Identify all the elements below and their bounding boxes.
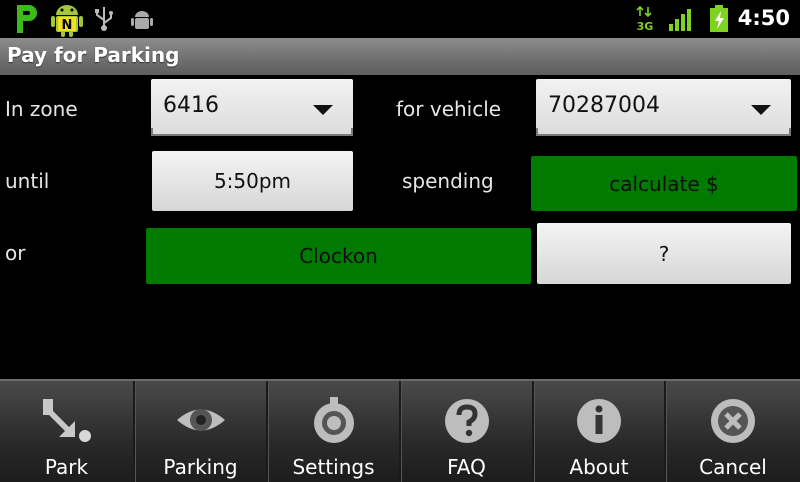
menu-item-faq[interactable]: FAQ — [401, 381, 532, 482]
menu-item-parking[interactable]: Parking — [135, 381, 266, 482]
svg-text:3G: 3G — [637, 20, 654, 32]
menu-label: Park — [44, 455, 89, 479]
zone-value: 6416 — [163, 93, 219, 118]
cancel-icon — [705, 395, 761, 449]
help-button[interactable]: ? — [537, 223, 791, 284]
status-bar: N 3G 4:50 — [0, 0, 800, 38]
vehicle-value: 70287004 — [548, 93, 660, 118]
options-menu: Park Parking Settings FAQ About Cancel — [0, 379, 800, 482]
info-icon — [571, 395, 627, 449]
until-label: until — [5, 169, 50, 193]
title-bar: Pay for Parking — [0, 38, 800, 75]
menu-label: Settings — [292, 455, 375, 479]
signal-icon — [668, 6, 696, 36]
vehicle-spinner[interactable]: 70287004 — [536, 79, 791, 136]
parking-app-icon — [12, 3, 42, 39]
eye-icon — [173, 395, 229, 449]
menu-item-park[interactable]: Park — [0, 381, 133, 482]
park-arrow-icon — [39, 395, 95, 449]
clockon-button[interactable]: Clockon — [146, 228, 531, 284]
dropdown-arrow-icon — [313, 105, 333, 115]
or-label: or — [5, 241, 26, 265]
battery-charging-icon — [708, 5, 730, 37]
menu-item-about[interactable]: About — [534, 381, 664, 482]
zone-label: In zone — [5, 97, 78, 121]
menu-label: Cancel — [699, 455, 767, 479]
status-time: 4:50 — [737, 6, 790, 30]
vehicle-label: for vehicle — [396, 97, 502, 121]
until-time-button[interactable]: 5:50pm — [152, 151, 353, 211]
menu-label: About — [569, 455, 629, 479]
zone-spinner[interactable]: 6416 — [151, 79, 353, 136]
spending-label: spending — [402, 169, 494, 193]
menu-item-cancel[interactable]: Cancel — [666, 381, 800, 482]
question-icon — [439, 395, 495, 449]
gear-icon — [306, 395, 362, 449]
menu-label: FAQ — [447, 455, 486, 479]
svg-text:N: N — [62, 18, 73, 33]
dropdown-arrow-icon — [751, 105, 771, 115]
menu-item-settings[interactable]: Settings — [268, 381, 399, 482]
calculate-button[interactable]: calculate $ — [531, 156, 797, 211]
page-title: Pay for Parking — [7, 43, 180, 67]
menu-label: Parking — [163, 455, 238, 479]
network-3g-icon: 3G — [634, 5, 656, 36]
debug-icon — [130, 7, 154, 35]
usb-icon — [93, 6, 115, 36]
android-n-icon: N — [50, 1, 84, 41]
